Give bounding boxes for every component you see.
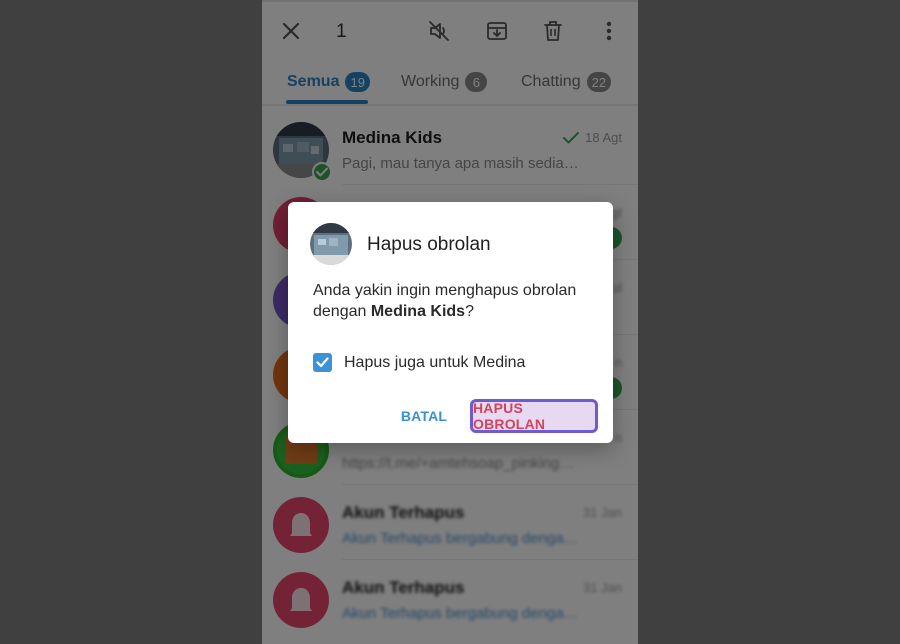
cancel-button[interactable]: BATAL — [391, 399, 457, 433]
delete-for-both-checkbox[interactable] — [313, 353, 332, 372]
dialog-message-suffix: ? — [465, 303, 474, 320]
dialog-message: Anda yakin ingin menghapus obrolan denga… — [313, 280, 603, 322]
confirm-delete-button[interactable]: HAPUS OBROLAN — [470, 399, 598, 433]
checkbox-label: Hapus juga untuk Medina — [344, 353, 526, 371]
delete-chat-dialog: Hapus obrolan Anda yakin ingin menghapus… — [288, 202, 613, 443]
dialog-title: Hapus obrolan — [367, 234, 491, 255]
delete-for-both-option[interactable]: Hapus juga untuk Medina — [313, 353, 525, 372]
dialog-message-name: Medina Kids — [370, 303, 466, 320]
dialog-avatar — [310, 223, 352, 265]
check-icon — [316, 357, 329, 368]
